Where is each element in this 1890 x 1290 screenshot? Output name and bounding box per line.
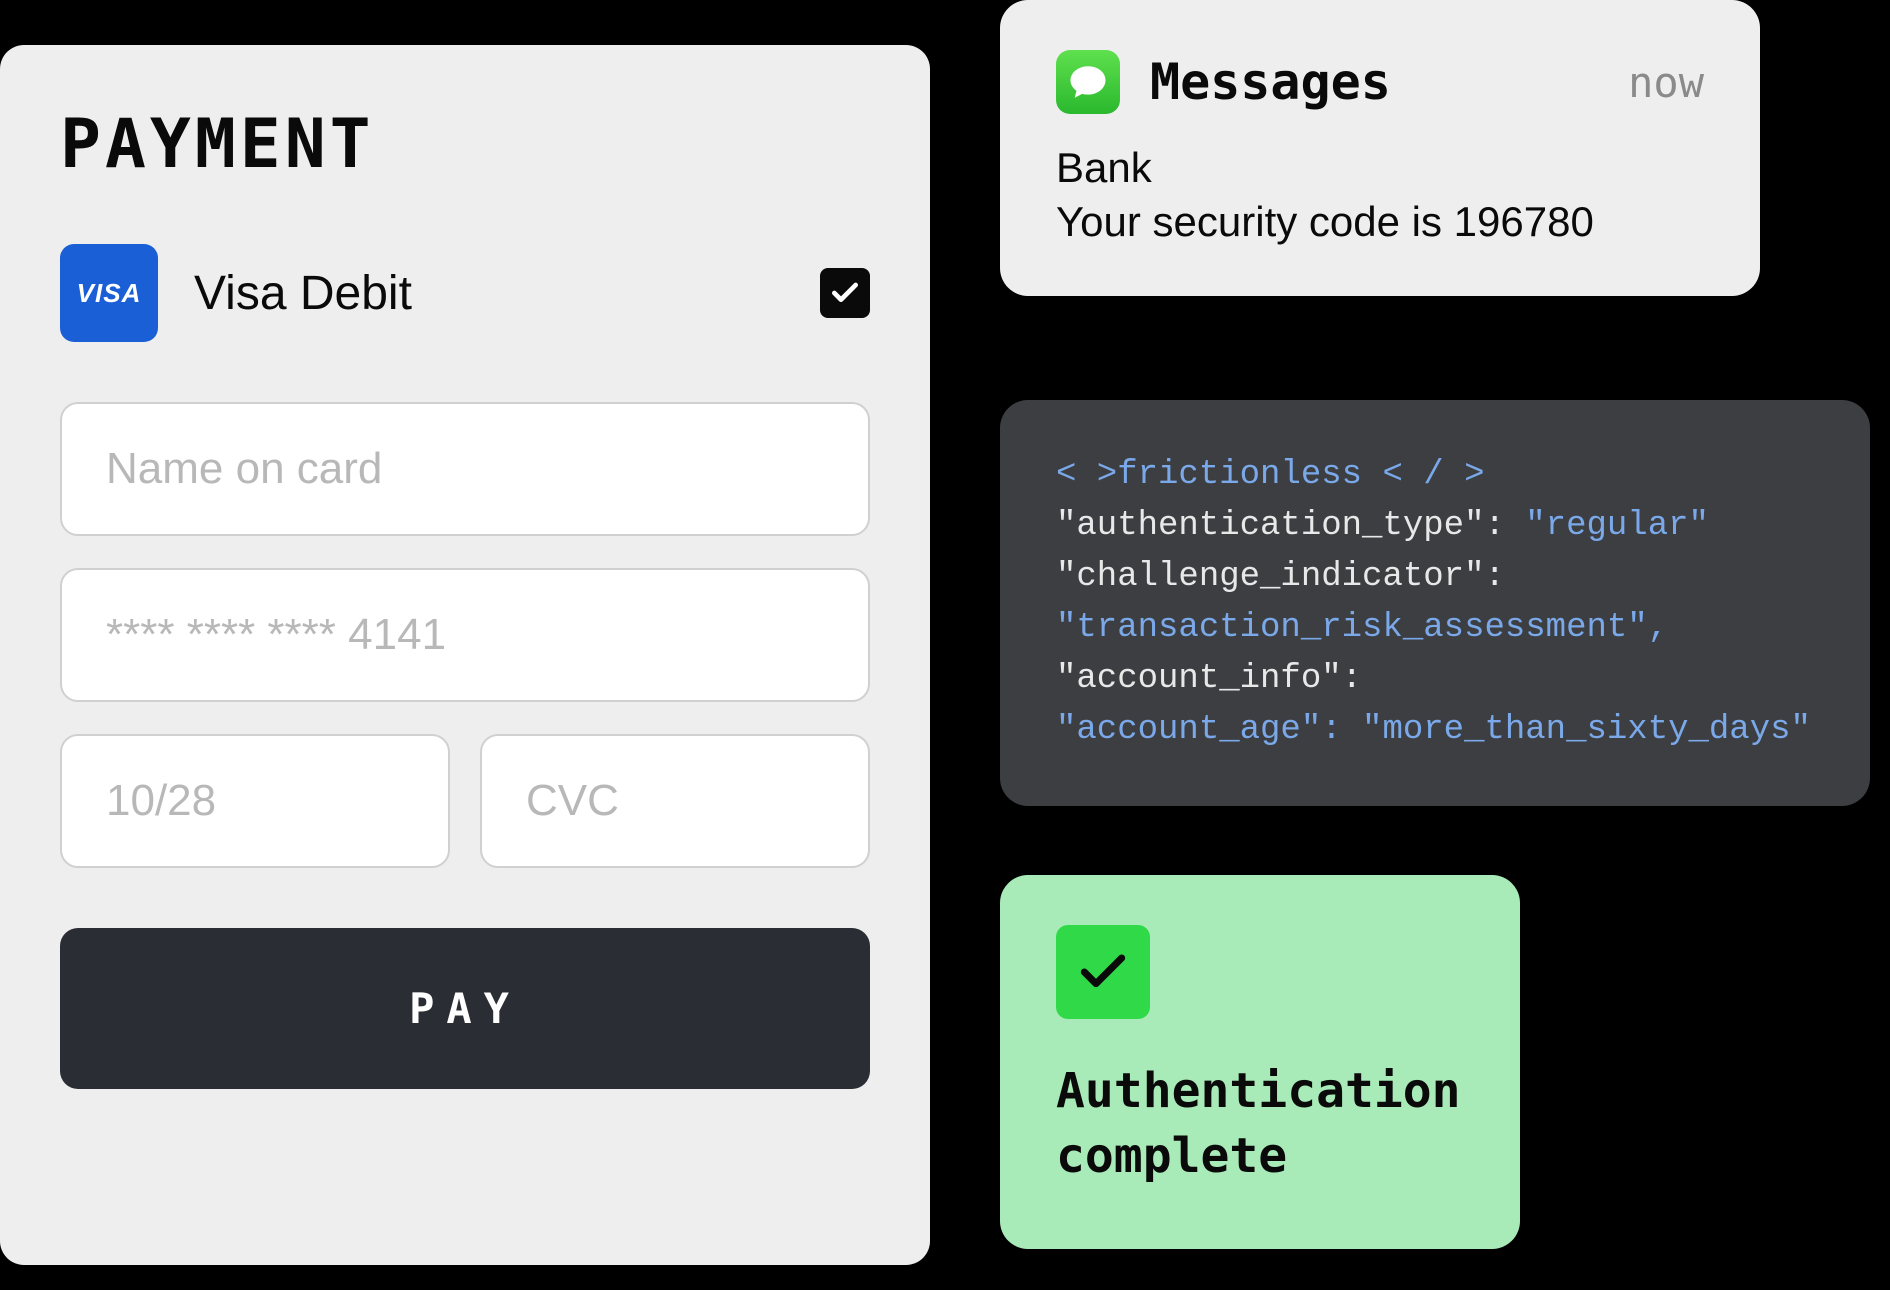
card-info: VISA Visa Debit bbox=[60, 244, 412, 342]
visa-logo-icon: VISA bbox=[60, 244, 158, 342]
payment-title: PAYMENT bbox=[60, 105, 870, 184]
name-on-card-input[interactable] bbox=[60, 402, 870, 536]
code-line: "challenge_indicator": bbox=[1056, 552, 1814, 603]
visa-logo-text: VISA bbox=[77, 278, 142, 309]
notification-body: Your security code is 196780 bbox=[1056, 198, 1704, 246]
expiry-cvc-row bbox=[60, 734, 870, 868]
card-number-input[interactable] bbox=[60, 568, 870, 702]
card-selector-row[interactable]: VISA Visa Debit bbox=[60, 244, 870, 342]
code-line: "account_info": bbox=[1056, 654, 1814, 705]
notification-header: Messages now bbox=[1056, 50, 1704, 114]
code-line: < >frictionless < / > bbox=[1056, 450, 1814, 501]
pay-button[interactable]: PAY bbox=[60, 928, 870, 1089]
notification-app: Messages bbox=[1056, 50, 1391, 114]
notification-time: now bbox=[1628, 58, 1704, 107]
auth-status-text: Authentication complete bbox=[1056, 1059, 1464, 1189]
check-icon bbox=[829, 277, 861, 309]
notification-app-name: Messages bbox=[1150, 53, 1391, 111]
payment-form-card: PAYMENT VISA Visa Debit PAY bbox=[0, 45, 930, 1265]
code-line: "authentication_type": "regular" bbox=[1056, 501, 1814, 552]
code-line: "account_age": "more_than_sixty_days" bbox=[1056, 705, 1814, 756]
auth-complete-card: Authentication complete bbox=[1000, 875, 1520, 1249]
sms-notification[interactable]: Messages now Bank Your security code is … bbox=[1000, 0, 1760, 296]
expiry-input[interactable] bbox=[60, 734, 450, 868]
card-selected-checkbox[interactable] bbox=[820, 268, 870, 318]
code-line: "transaction_risk_assessment", bbox=[1056, 603, 1814, 654]
success-check-icon bbox=[1056, 925, 1150, 1019]
cvc-input[interactable] bbox=[480, 734, 870, 868]
notification-sender: Bank bbox=[1056, 144, 1704, 192]
messages-app-icon bbox=[1056, 50, 1120, 114]
card-label: Visa Debit bbox=[194, 266, 412, 321]
api-code-snippet: < >frictionless < / > "authentication_ty… bbox=[1000, 400, 1870, 806]
